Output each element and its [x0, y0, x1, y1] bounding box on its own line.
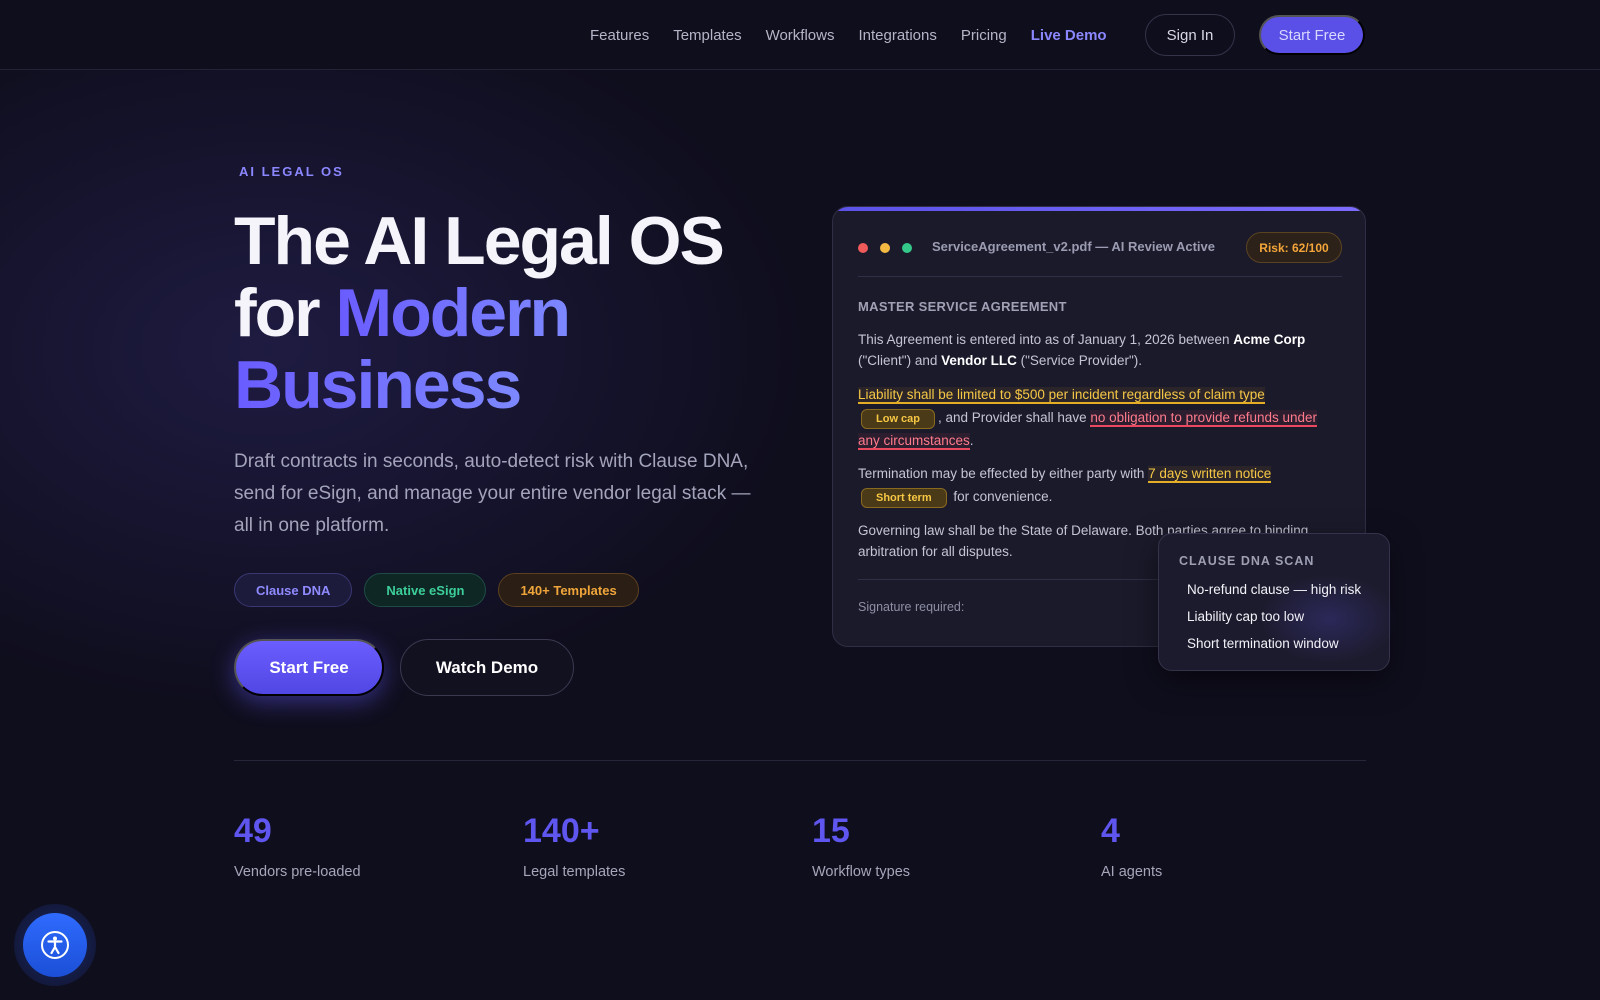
hero-subtitle: Draft contracts in seconds, auto-detect … — [234, 451, 751, 536]
clause-termination: Termination may be effected by either pa… — [858, 462, 1342, 508]
nav-link-workflows[interactable]: Workflows — [766, 27, 835, 44]
nav-link-integrations[interactable]: Integrations — [858, 27, 936, 44]
flagged-termination-notice[interactable]: 7 days written notice — [1148, 466, 1272, 483]
hero-title-highlight-2: Business — [234, 347, 522, 423]
hero-title-highlight-1: Modern — [335, 275, 572, 351]
hero-title: The AI Legal OS for Modern Business — [234, 205, 794, 421]
stat-vendors-number: 49 — [234, 812, 272, 850]
document-heading: MASTER SERVICE AGREEMENT — [858, 299, 1067, 314]
clause-text: for convenience. — [949, 489, 1053, 504]
clause-text: ("Service Provider"). — [1016, 353, 1143, 368]
clause-text: This Agreement is entered into as of Jan… — [858, 332, 1234, 347]
accessibility-button[interactable] — [14, 904, 96, 986]
stat-agents-number: 4 — [1101, 812, 1120, 850]
nav-link-live-demo[interactable]: Live Demo — [1031, 27, 1107, 44]
party-client: Acme Corp — [1233, 332, 1306, 347]
nav-start-free-button[interactable]: Start Free — [1259, 15, 1365, 55]
document-filename: ServiceAgreement_v2.pdf — AI Review Acti… — [932, 239, 1215, 254]
hero-start-free-button[interactable]: Start Free — [234, 639, 384, 696]
feature-pills: Clause DNA Native eSign 140+ Templates — [234, 573, 651, 607]
watch-demo-button[interactable]: Watch Demo — [400, 639, 574, 696]
clause-dna-scan-panel: CLAUSE DNA SCAN No-refund clause — high … — [1158, 533, 1399, 671]
risk-score-badge: Risk: 62/100 — [1246, 232, 1342, 263]
pill-native-esign: Native eSign — [364, 573, 487, 607]
window-dot-green — [902, 243, 912, 253]
top-navigation: Features Templates Workflows Integration… — [0, 0, 1600, 70]
stat-workflows-number: 15 — [812, 812, 850, 850]
scan-item: No-refund clause — high risk — [1187, 582, 1362, 597]
nav-link-pricing[interactable]: Pricing — [961, 27, 1007, 44]
stat-vendors-label: Vendors pre-loaded — [234, 864, 361, 880]
window-dot-yellow — [880, 243, 890, 253]
scan-title: CLAUSE DNA SCAN — [1179, 554, 1315, 568]
signature-label: Signature required: — [858, 600, 965, 614]
clause-text: . — [969, 433, 974, 448]
stat-agents-label: AI agents — [1101, 864, 1163, 880]
hero-eyebrow: AI LEGAL OS — [239, 164, 344, 179]
clause-text: , and Provider shall have — [938, 410, 1091, 425]
stat-templates-label: Legal templates — [523, 864, 626, 880]
nav-link-features[interactable]: Features — [590, 27, 649, 44]
scan-item: Liability cap too low — [1187, 609, 1305, 624]
clause-text: ("Client") and — [858, 353, 942, 368]
pill-templates: 140+ Templates — [498, 573, 639, 607]
stats-divider — [234, 760, 1366, 761]
window-dots — [858, 243, 924, 253]
flagged-liability-cap[interactable]: Liability shall be limited to $500 per i… — [858, 387, 1265, 404]
party-provider: Vendor LLC — [941, 353, 1017, 368]
clause-parties: This Agreement is entered into as of Jan… — [858, 329, 1342, 371]
clause-liability: Liability shall be limited to $500 per i… — [858, 383, 1342, 452]
nav-link-templates[interactable]: Templates — [673, 27, 741, 44]
clause-text: Termination may be effected by either pa… — [858, 466, 1149, 481]
hero-title-line1: The AI Legal OS — [234, 203, 725, 279]
pill-clause-dna: Clause DNA — [234, 573, 353, 607]
tag-low-cap: Low cap — [861, 409, 936, 429]
stat-templates-number: 140+ — [523, 812, 600, 850]
accessibility-icon — [23, 913, 87, 977]
card-accent-bar — [833, 207, 1365, 211]
window-dot-red — [858, 243, 868, 253]
sign-in-button[interactable]: Sign In — [1145, 14, 1235, 56]
card-divider — [858, 276, 1342, 277]
stat-workflows-label: Workflow types — [812, 864, 911, 880]
hero-title-for: for — [234, 275, 336, 351]
nav-links: Features Templates Workflows Integration… — [590, 0, 1131, 70]
scan-item: Short termination window — [1187, 636, 1339, 651]
tag-short-term: Short term — [861, 488, 947, 508]
